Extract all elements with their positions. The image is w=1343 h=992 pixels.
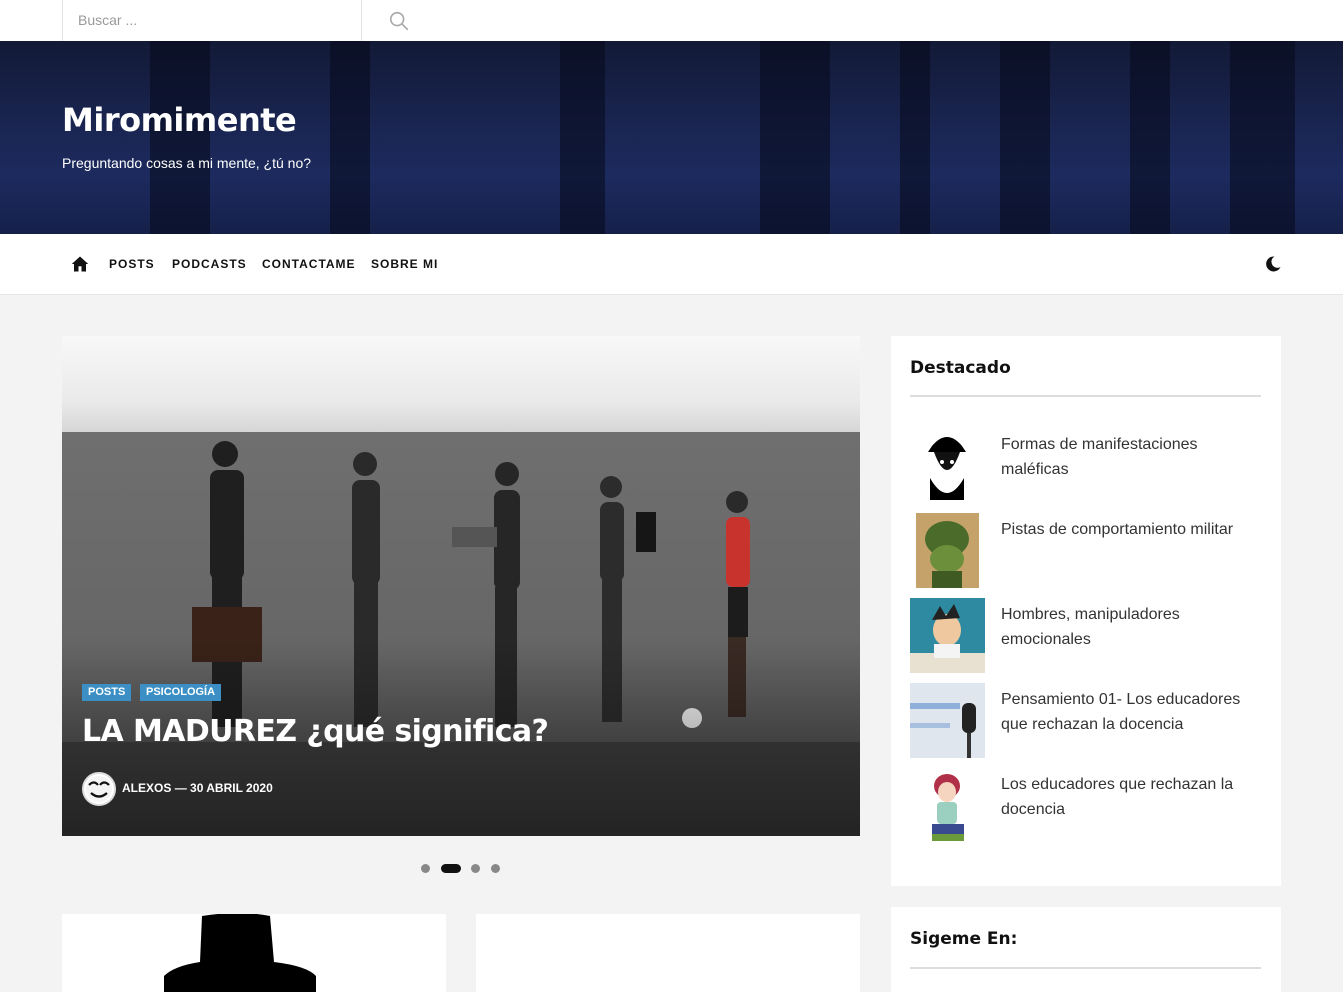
- nav-item-sobre-mi[interactable]: SOBRE MI: [371, 257, 438, 271]
- site-tagline: Preguntando cosas a mi mente, ¿tú no?: [62, 155, 312, 171]
- featured-list-item[interactable]: Los educadores que rechazan la docencia: [910, 768, 1261, 848]
- featured-thumbnail[interactable]: [910, 768, 985, 843]
- forest-tree-silhouette: [330, 41, 370, 234]
- site-title[interactable]: Miromimente: [62, 101, 297, 139]
- post-date[interactable]: 30 ABRIL 2020: [190, 781, 273, 795]
- slide-meta: ALEXOS — 30 ABRIL 2020: [122, 781, 273, 795]
- forest-tree-silhouette: [1130, 41, 1170, 234]
- main-navigation: POSTS PODCASTS CONTACTAME SOBRE MI: [0, 234, 1343, 295]
- stressed-man-thumbnail-image: [910, 598, 985, 673]
- site-header-banner: Miromimente Preguntando cosas a mi mente…: [0, 41, 1343, 234]
- featured-list-item[interactable]: Pensamiento 01- Los educadores que recha…: [910, 683, 1261, 763]
- featured-thumbnail[interactable]: [910, 513, 985, 588]
- widget-title-sigeme: Sigeme En:: [910, 929, 1018, 949]
- featured-thumbnail[interactable]: [910, 428, 985, 503]
- nav-item-podcasts[interactable]: PODCASTS: [172, 257, 247, 271]
- slide-image-top: [62, 336, 860, 432]
- hat-silhouette-image: [164, 914, 316, 992]
- forest-tree-silhouette: [900, 41, 930, 234]
- dark-mode-moon-icon[interactable]: [1264, 255, 1282, 273]
- post-card[interactable]: [62, 914, 446, 992]
- widget-title-destacado: Destacado: [910, 358, 1011, 378]
- author-avatar[interactable]: [82, 772, 116, 806]
- post-card[interactable]: [476, 914, 860, 992]
- microphone-thumbnail-image: [910, 683, 985, 758]
- forest-tree-silhouette: [760, 41, 830, 234]
- featured-list-item[interactable]: Formas de manifestaciones maléficas: [910, 428, 1261, 508]
- teacher-girl-cartoon-thumbnail-image: [910, 768, 985, 843]
- featured-item-title[interactable]: Formas de manifestaciones maléficas: [1001, 432, 1251, 482]
- category-badge-posts[interactable]: POSTS: [82, 684, 132, 701]
- widget-divider: [910, 967, 1261, 969]
- hooded-figure-thumbnail-image: [910, 428, 985, 503]
- forest-tree-silhouette: [560, 41, 605, 234]
- forest-tree-silhouette: [1000, 41, 1050, 234]
- nav-item-posts[interactable]: POSTS: [109, 257, 155, 271]
- nav-item-contactame[interactable]: CONTACTAME: [262, 257, 356, 271]
- search-icon[interactable]: [388, 10, 410, 32]
- search-form: [62, 0, 409, 41]
- joker-face-avatar-image: [86, 776, 112, 802]
- forest-tree-silhouette: [1230, 41, 1295, 234]
- featured-list-item[interactable]: Pistas de comportamiento militar: [910, 513, 1261, 593]
- home-icon[interactable]: [71, 255, 89, 273]
- slider-dot-4[interactable]: [491, 864, 500, 873]
- featured-thumbnail[interactable]: [910, 683, 985, 758]
- slide-post-title[interactable]: LA MADUREZ ¿qué significa?: [82, 714, 549, 749]
- slider-dot-2[interactable]: [441, 864, 461, 873]
- featured-post-slider[interactable]: POSTS PSICOLOGÍA LA MADUREZ ¿qué signifi…: [62, 336, 860, 836]
- featured-item-title[interactable]: Hombres, manipuladores emocionales: [1001, 602, 1251, 652]
- featured-list-item[interactable]: Hombres, manipuladores emocionales: [910, 598, 1261, 678]
- slider-pagination: [421, 864, 511, 874]
- top-bar: [0, 0, 1343, 41]
- featured-thumbnail[interactable]: [910, 598, 985, 673]
- soldier-cartoon-thumbnail-image: [916, 513, 979, 588]
- slider-dot-1[interactable]: [421, 864, 430, 873]
- featured-item-title[interactable]: Pistas de comportamiento militar: [1001, 517, 1251, 542]
- author-name[interactable]: ALEXOS: [122, 781, 171, 795]
- slider-dot-3[interactable]: [471, 864, 480, 873]
- follow-widget: Sigeme En:: [891, 907, 1281, 992]
- featured-widget: Destacado Formas de manifestaciones malé…: [891, 336, 1281, 886]
- widget-divider: [910, 395, 1261, 397]
- category-badge-psicologia[interactable]: PSICOLOGÍA: [140, 684, 222, 701]
- meta-separator: —: [174, 781, 187, 795]
- featured-item-title[interactable]: Pensamiento 01- Los educadores que recha…: [1001, 687, 1251, 737]
- featured-item-title[interactable]: Los educadores que rechazan la docencia: [1001, 772, 1251, 822]
- search-input[interactable]: [78, 10, 308, 30]
